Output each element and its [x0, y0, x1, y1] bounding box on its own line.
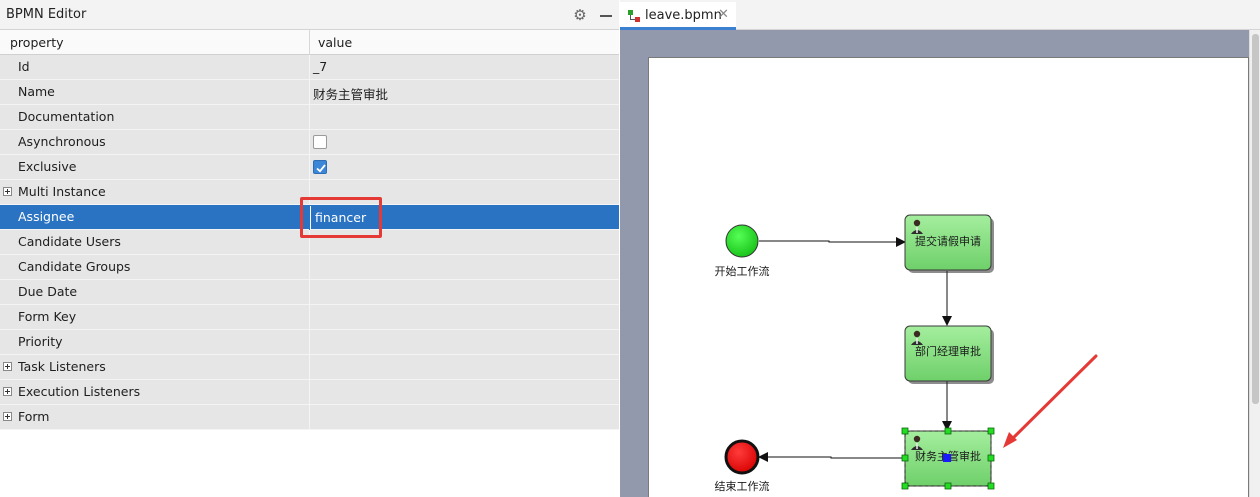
property-name: Execution Listeners [18, 384, 141, 399]
column-header-property[interactable]: property [10, 35, 64, 50]
cell-divider [309, 55, 310, 80]
properties-panel: BPMN Editor ⚙ property value Id _7 Name … [0, 0, 619, 497]
property-name: Form [18, 409, 50, 424]
property-value[interactable]: 财务主管审批 [313, 84, 388, 103]
property-row-candidate-groups[interactable]: Candidate Groups [0, 255, 619, 280]
expand-icon[interactable] [3, 412, 12, 421]
task-label: 部门经理审批 [915, 344, 981, 358]
task-manager-approval[interactable]: 部门经理审批 [904, 325, 994, 384]
property-value[interactable]: _7 [313, 59, 327, 74]
annotation-arrow [1003, 354, 1098, 448]
end-event-label: 结束工作流 [715, 479, 770, 493]
property-name: Documentation [18, 109, 115, 124]
annotation-highlight-box [300, 197, 382, 238]
property-name: Assignee [18, 209, 75, 224]
bpmn-file-icon [628, 10, 640, 22]
gear-icon[interactable]: ⚙ [571, 6, 589, 24]
cell-divider [309, 355, 310, 380]
column-divider[interactable] [309, 30, 310, 55]
tab-leave-bpmn[interactable]: leave.bpmn ✕ [620, 2, 736, 30]
end-event[interactable]: 结束工作流 [715, 439, 770, 493]
property-row-form-key[interactable]: Form Key [0, 305, 619, 330]
property-row-documentation[interactable]: Documentation [0, 105, 619, 130]
property-name: Candidate Users [18, 234, 121, 249]
scrollbar-thumb[interactable] [1252, 34, 1259, 404]
property-row-priority[interactable]: Priority [0, 330, 619, 355]
property-name: Form Key [18, 309, 77, 324]
property-name: Id [18, 59, 30, 74]
bpmn-diagram: 开始工作流 提交请假申请 部门经理审批 结束工作流 [715, 214, 1098, 493]
editor-tab-bar: leave.bpmn ✕ [620, 0, 1260, 30]
property-row-id[interactable]: Id _7 [0, 55, 619, 80]
property-row-name[interactable]: Name 财务主管审批 [0, 80, 619, 105]
property-name: Task Listeners [18, 359, 106, 374]
diagram-canvas[interactable]: 开始工作流 提交请假申请 部门经理审批 结束工作流 [648, 57, 1249, 497]
exclusive-checkbox[interactable] [313, 160, 327, 174]
asynchronous-checkbox[interactable] [313, 135, 327, 149]
property-name: Exclusive [18, 159, 77, 174]
flow-finance-to-end[interactable] [758, 452, 904, 462]
task-submit-leave[interactable]: 提交请假申请 [904, 214, 994, 273]
property-row-form[interactable]: Form [0, 405, 619, 430]
center-handle[interactable] [943, 454, 951, 462]
start-event[interactable]: 开始工作流 [715, 224, 770, 278]
property-row-asynchronous[interactable]: Asynchronous [0, 130, 619, 155]
property-row-execution-listeners[interactable]: Execution Listeners [0, 380, 619, 405]
diagram-editor: leave.bpmn ✕ 开始工作流 提交请假申请 部门经理审批 结束工作流 [620, 0, 1260, 497]
panel-header: BPMN Editor ⚙ [0, 0, 619, 30]
cell-divider [309, 405, 310, 430]
checkmark-icon [316, 164, 326, 173]
cell-divider [309, 380, 310, 405]
vertical-scrollbar[interactable] [1249, 30, 1260, 497]
property-name: Multi Instance [18, 184, 106, 199]
table-empty-area [0, 430, 619, 497]
flow-start-to-submit[interactable] [759, 237, 906, 247]
column-header-value[interactable]: value [318, 35, 352, 50]
cell-divider [309, 105, 310, 130]
cell-divider [309, 255, 310, 280]
property-row-exclusive[interactable]: Exclusive [0, 155, 619, 180]
cell-divider [309, 130, 310, 155]
property-row-due-date[interactable]: Due Date [0, 280, 619, 305]
property-name: Asynchronous [18, 134, 106, 149]
expand-icon[interactable] [3, 187, 12, 196]
canvas-background: 开始工作流 提交请假申请 部门经理审批 结束工作流 [620, 30, 1249, 497]
property-name: Due Date [18, 284, 78, 299]
minimize-icon[interactable] [597, 6, 615, 24]
property-name: Candidate Groups [18, 259, 131, 274]
expand-icon[interactable] [3, 362, 12, 371]
expand-icon[interactable] [3, 387, 12, 396]
panel-title: BPMN Editor [6, 7, 87, 22]
property-name: Name [18, 84, 55, 99]
tab-label: leave.bpmn [645, 8, 722, 23]
cell-divider [309, 80, 310, 105]
table-header: property value [0, 30, 619, 55]
cell-divider [309, 280, 310, 305]
cell-divider [309, 155, 310, 180]
close-icon[interactable]: ✕ [718, 7, 729, 22]
property-name: Priority [18, 334, 63, 349]
task-label: 提交请假申请 [915, 234, 981, 248]
cell-divider [309, 305, 310, 330]
task-finance-approval[interactable]: 财务主管审批 [901, 427, 995, 490]
cell-divider [309, 330, 310, 355]
property-row-task-listeners[interactable]: Task Listeners [0, 355, 619, 380]
start-event-label: 开始工作流 [715, 264, 770, 278]
